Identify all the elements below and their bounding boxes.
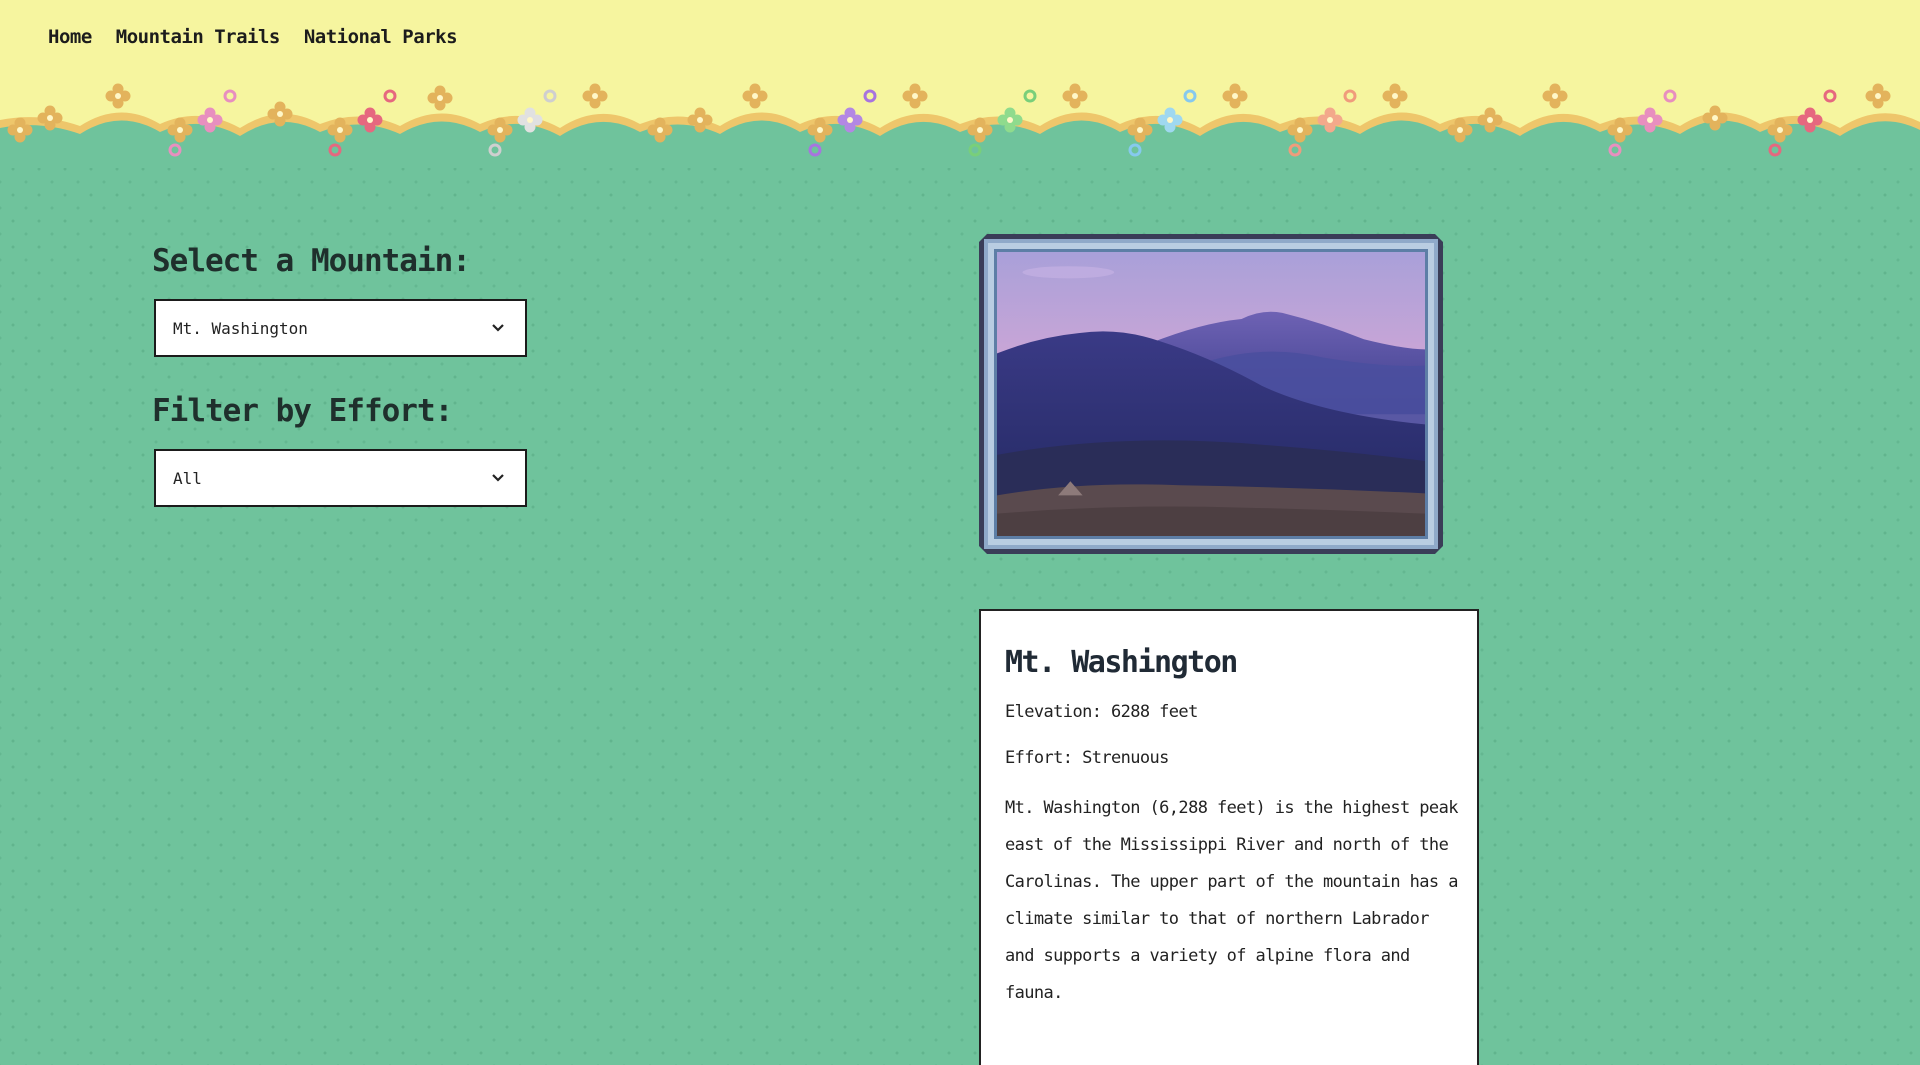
main-nav: Home Mountain Trails National Parks — [48, 26, 481, 48]
nav-home-link[interactable]: Home — [48, 26, 92, 48]
mountain-photo-frame — [979, 234, 1443, 554]
mountain-elevation: Elevation: 6288 feet — [1005, 702, 1198, 722]
mountain-select[interactable]: Mt. Washington — [154, 299, 527, 357]
chevron-down-icon — [492, 474, 504, 482]
nav-mountain-trails-link[interactable]: Mountain Trails — [116, 26, 281, 48]
select-mountain-label: Select a Mountain: — [152, 243, 471, 279]
mountain-select-value: Mt. Washington — [173, 319, 308, 338]
nav-national-parks-link[interactable]: National Parks — [304, 26, 458, 48]
effort-select-value: All — [173, 469, 202, 488]
mountain-effort: Effort: Strenuous — [1005, 748, 1169, 768]
effort-select[interactable]: All — [154, 449, 527, 507]
filter-effort-label: Filter by Effort: — [152, 393, 453, 429]
flower-row — [7, 83, 1891, 157]
colored-flower-icon — [197, 107, 1823, 133]
yellow-flower-icon — [7, 83, 1891, 143]
mountain-photo — [994, 249, 1428, 539]
mountain-name: Mt. Washington — [1005, 645, 1238, 680]
mountain-info-card: Mt. Washington Elevation: 6288 feet Effo… — [979, 609, 1479, 1065]
mountain-description: Mt. Washington (6,288 feet) is the highe… — [1005, 798, 1458, 1003]
chevron-down-icon — [492, 324, 504, 332]
